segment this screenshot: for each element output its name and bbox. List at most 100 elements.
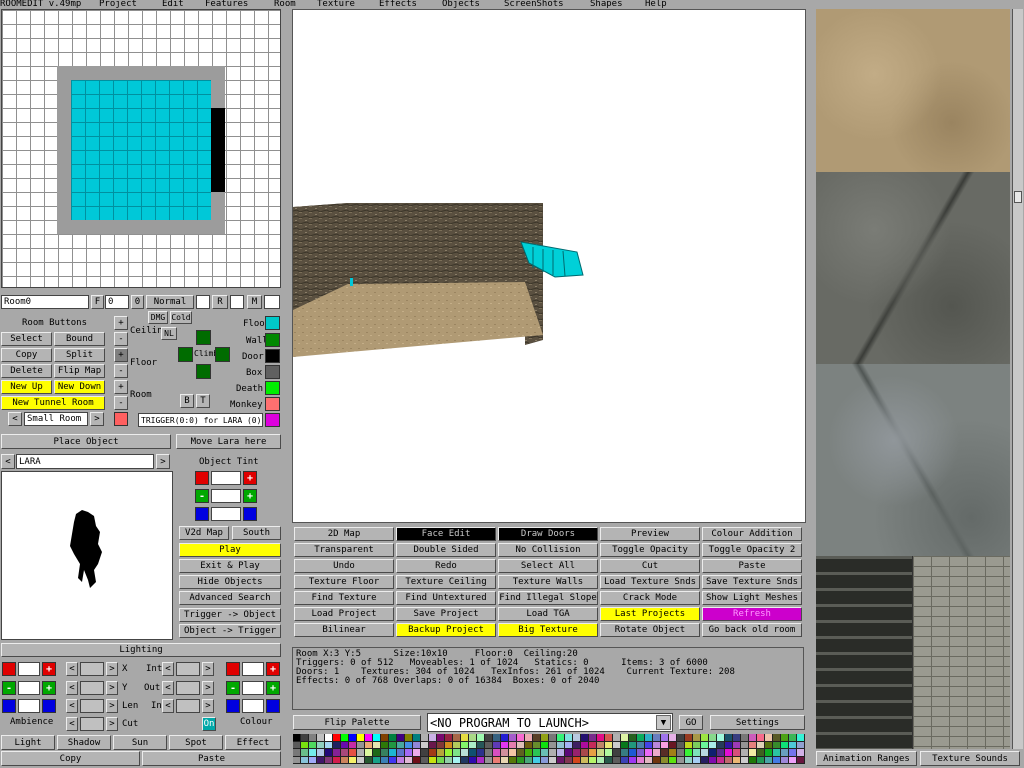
light-cut-next[interactable]: >	[106, 717, 118, 731]
palette-swatch[interactable]	[453, 734, 461, 742]
palette-swatch[interactable]	[573, 749, 581, 757]
palette-swatch[interactable]	[565, 756, 573, 764]
palette-swatch[interactable]	[373, 749, 381, 757]
palette-swatch[interactable]	[589, 734, 597, 742]
palette-swatch[interactable]	[733, 741, 741, 749]
palette-swatch[interactable]	[333, 734, 341, 742]
load-tga-button[interactable]: Load TGA	[498, 607, 598, 621]
palette-swatch[interactable]	[405, 756, 413, 764]
palette-swatch[interactable]	[733, 734, 741, 742]
go-back-old-room-button[interactable]: Go back old room	[702, 623, 802, 637]
3d-viewport[interactable]	[292, 9, 806, 523]
ambience-blue-plus[interactable]	[42, 699, 56, 713]
load-project-button[interactable]: Load Project	[294, 607, 394, 621]
draw-doors-button[interactable]: Draw Doors	[498, 527, 598, 541]
palette-swatch[interactable]	[541, 741, 549, 749]
palette-swatch[interactable]	[325, 749, 333, 757]
palette-swatch[interactable]	[301, 749, 309, 757]
palette-swatch[interactable]	[405, 741, 413, 749]
palette-swatch[interactable]	[733, 749, 741, 757]
tint-green-plus[interactable]: +	[243, 489, 257, 503]
trigger-to-object-button[interactable]: Trigger -> Object	[179, 608, 281, 622]
palette-swatch[interactable]	[565, 741, 573, 749]
palette-swatch[interactable]	[477, 741, 485, 749]
palette-swatch[interactable]	[613, 756, 621, 764]
texture-brick[interactable]	[913, 556, 1010, 749]
palette-swatch[interactable]	[669, 756, 677, 764]
palette-swatch[interactable]	[349, 734, 357, 742]
colour-green-plus[interactable]: +	[266, 681, 280, 695]
palette-swatch[interactable]	[605, 756, 613, 764]
find-texture-button[interactable]: Find Texture	[294, 591, 394, 605]
palette-swatch[interactable]	[533, 749, 541, 757]
palette-swatch[interactable]	[301, 734, 309, 742]
palette-swatch[interactable]	[485, 756, 493, 764]
palette-swatch[interactable]	[661, 734, 669, 742]
palette-swatch[interactable]	[717, 756, 725, 764]
palette-swatch[interactable]	[693, 749, 701, 757]
m-value-field[interactable]	[264, 295, 280, 309]
palette-swatch[interactable]	[317, 756, 325, 764]
palette-swatch[interactable]	[549, 734, 557, 742]
palette-swatch[interactable]	[789, 741, 797, 749]
palette-swatch[interactable]	[421, 756, 429, 764]
palette-swatch[interactable]	[429, 734, 437, 742]
palette-swatch[interactable]	[493, 741, 501, 749]
light-x-next[interactable]: >	[106, 662, 118, 676]
tint-red-minus[interactable]	[195, 471, 209, 485]
v2d-map-button[interactable]: V2d Map	[179, 526, 229, 540]
palette-swatch[interactable]	[373, 734, 381, 742]
light-on-toggle[interactable]: On	[202, 717, 216, 731]
palette-swatch[interactable]	[293, 756, 301, 764]
palette-swatch[interactable]	[333, 749, 341, 757]
palette-swatch[interactable]	[549, 749, 557, 757]
palette-swatch[interactable]	[397, 749, 405, 757]
wall-type-swatch[interactable]	[265, 333, 280, 347]
palette-swatch[interactable]	[389, 734, 397, 742]
palette-swatch[interactable]	[789, 749, 797, 757]
palette-swatch[interactable]	[517, 756, 525, 764]
palette-swatch[interactable]	[765, 734, 773, 742]
palette-swatch[interactable]	[421, 741, 429, 749]
bilinear-button[interactable]: Bilinear	[294, 623, 394, 637]
texture-ceiling-button[interactable]: Texture Ceiling	[396, 575, 496, 589]
palette-swatch[interactable]	[485, 734, 493, 742]
rotate-object-button[interactable]: Rotate Object	[600, 623, 700, 637]
palette-swatch[interactable]	[365, 756, 373, 764]
palette-swatch[interactable]	[533, 734, 541, 742]
palette-swatch[interactable]	[485, 741, 493, 749]
palette-swatch[interactable]	[653, 756, 661, 764]
spot-button[interactable]: Spot	[169, 735, 223, 750]
palette-swatch[interactable]	[549, 756, 557, 764]
palette-swatch[interactable]	[757, 734, 765, 742]
palette-swatch[interactable]	[533, 741, 541, 749]
palette-swatch[interactable]	[797, 741, 805, 749]
palette-swatch[interactable]	[725, 741, 733, 749]
palette-swatch[interactable]	[629, 749, 637, 757]
palette-swatch[interactable]	[429, 749, 437, 757]
palette-swatch[interactable]	[341, 734, 349, 742]
advanced-search-button[interactable]: Advanced Search	[179, 591, 281, 605]
palette-swatch[interactable]	[757, 749, 765, 757]
palette-swatch[interactable]	[573, 756, 581, 764]
t-button[interactable]: T	[196, 394, 210, 408]
face-edit-button[interactable]: Face Edit	[396, 527, 496, 541]
ambience-red-field[interactable]	[18, 662, 40, 676]
toggle-opacity-button[interactable]: Toggle Opacity	[600, 543, 700, 557]
palette-swatch[interactable]	[557, 741, 565, 749]
texture-ladder[interactable]	[816, 556, 912, 749]
palette-swatch[interactable]	[557, 756, 565, 764]
r-button[interactable]: R	[212, 295, 228, 309]
palette-swatch[interactable]	[589, 749, 597, 757]
palette-swatch[interactable]	[693, 741, 701, 749]
palette-swatch[interactable]	[781, 741, 789, 749]
palette-swatch[interactable]	[653, 749, 661, 757]
palette-swatch[interactable]	[797, 756, 805, 764]
palette-swatch[interactable]	[701, 741, 709, 749]
load-texture-snds-button[interactable]: Load Texture Snds	[600, 575, 700, 589]
box-type-swatch[interactable]	[265, 365, 280, 379]
palette-swatch[interactable]	[549, 741, 557, 749]
palette-swatch[interactable]	[605, 734, 613, 742]
effect-button[interactable]: Effect	[225, 735, 281, 750]
flip-palette-button[interactable]: Flip Palette	[293, 715, 421, 730]
